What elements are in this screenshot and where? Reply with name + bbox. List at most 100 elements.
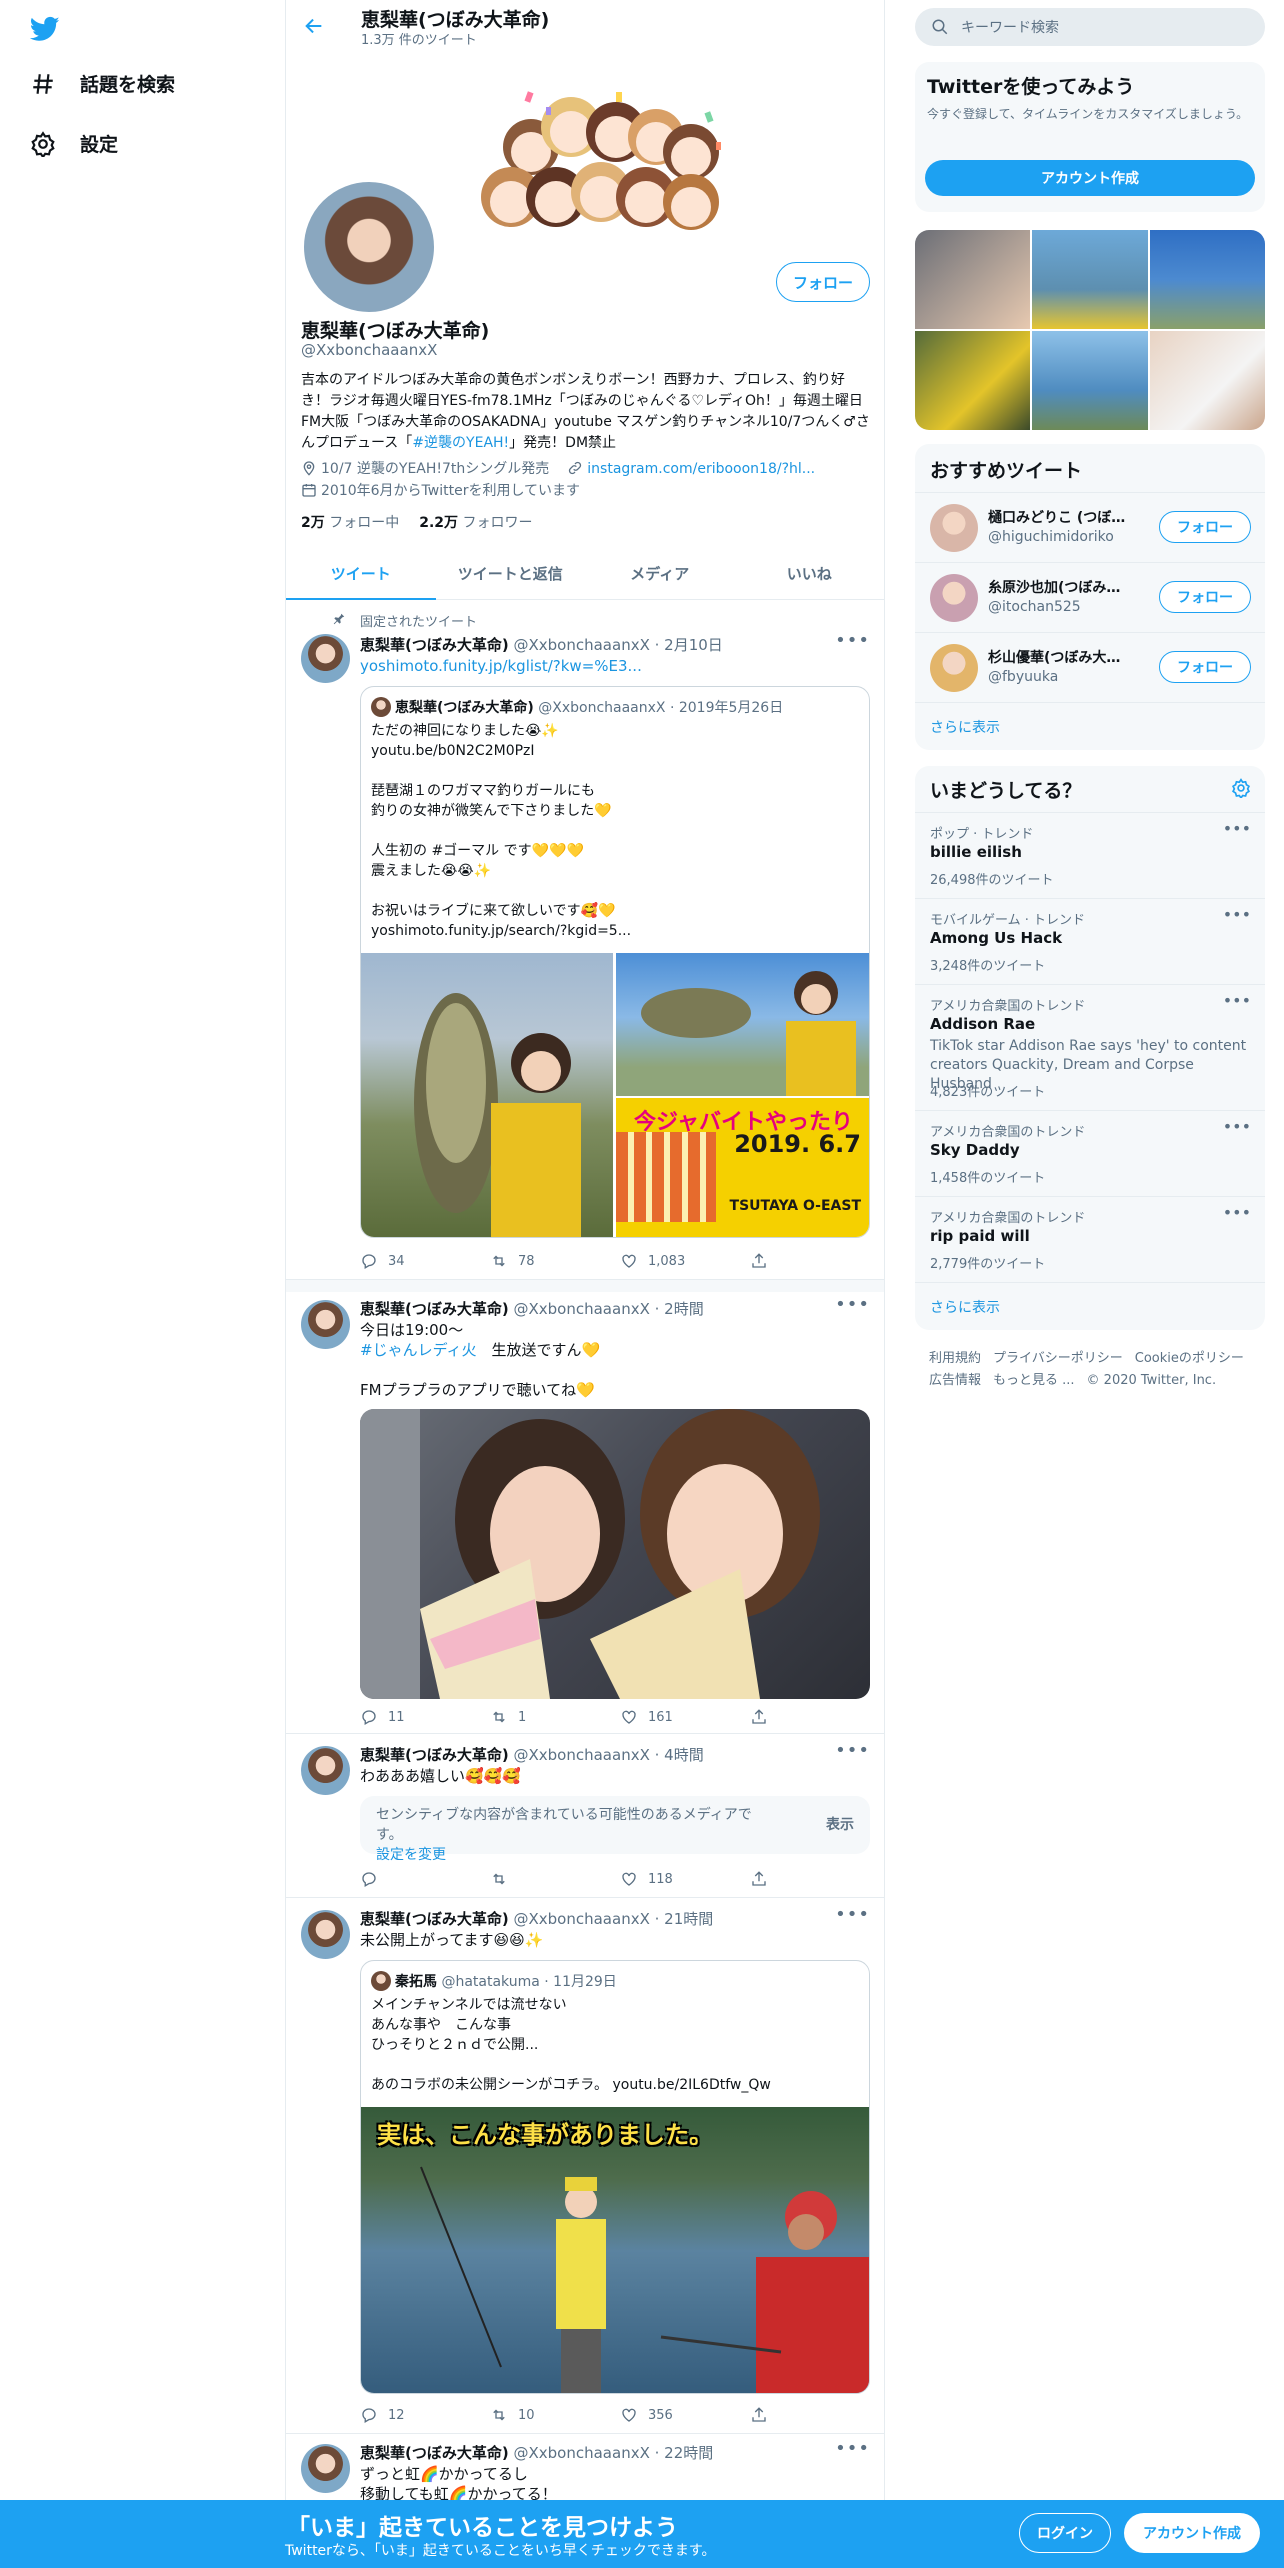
trend-item[interactable]: モバイルゲーム · トレンド Among Us Hack 3,248件のツイート… — [915, 898, 1265, 984]
recommended-user[interactable]: 樋口みどりこ (つぼみ… @higuchimidoriko フォロー — [915, 492, 1265, 562]
tab-media[interactable]: メディア — [585, 548, 735, 599]
tweet-hashtag[interactable]: #じゃんレディ火 — [360, 1341, 477, 1359]
retweet-button[interactable] — [490, 1870, 620, 1888]
create-account-button[interactable]: アカウント作成 — [925, 160, 1255, 196]
tweet-author-name[interactable]: 恵梨華(つぼみ大革命) — [360, 1746, 509, 1764]
search-box[interactable]: キーワード検索 — [915, 8, 1265, 46]
tweet[interactable]: 恵梨華(つぼみ大革命) @XxbonchaaanxX · 2時間 ••• 今日は… — [286, 1292, 884, 1734]
share-button[interactable] — [750, 1708, 780, 1726]
trend-item[interactable]: ポップ · トレンド billie eilish 26,498件のツイート ••… — [915, 812, 1265, 898]
reply-button[interactable]: 34 — [360, 1252, 490, 1270]
tweet-avatar[interactable] — [301, 1746, 350, 1795]
retweet-button[interactable]: 78 — [490, 1252, 620, 1270]
more-options-icon[interactable]: ••• — [1223, 819, 1251, 838]
more-options-icon[interactable]: ••• — [1223, 1203, 1251, 1222]
ads-link[interactable]: 広告情報 — [929, 1373, 981, 1388]
tweet-author-name[interactable]: 恵梨華(つぼみ大革命) — [360, 636, 509, 654]
more-options-icon[interactable]: ••• — [835, 1294, 870, 1315]
cookie-link[interactable]: Cookieのポリシー — [1135, 1351, 1244, 1366]
tweet-photo-fish-1[interactable] — [361, 953, 613, 1237]
more-link[interactable]: もっと見る ... — [993, 1373, 1075, 1388]
retweet-button[interactable]: 10 — [490, 2406, 620, 2424]
follow-button[interactable]: フォロー — [1159, 651, 1251, 683]
more-options-icon[interactable]: ••• — [1223, 991, 1251, 1010]
back-button[interactable] — [300, 12, 328, 40]
retweet-button[interactable]: 1 — [490, 1708, 620, 1726]
tweet-avatar[interactable] — [301, 1910, 350, 1959]
reply-button[interactable]: 12 — [360, 2406, 490, 2424]
gallery-photo[interactable] — [915, 230, 1031, 329]
gallery-photo[interactable] — [1032, 331, 1148, 430]
more-options-icon[interactable]: ••• — [835, 1904, 870, 1925]
show-more-link[interactable]: さらに表示 — [930, 717, 1000, 737]
recommended-user[interactable]: 杉山優華(つぼみ大革… @fbyuuka フォロー — [915, 632, 1265, 702]
tweet-author-name[interactable]: 恵梨華(つぼみ大革命) — [360, 2444, 509, 2462]
tweet-photo-poster[interactable]: 今ジャバイトやったり 2019. 6.7 TSUTAYA O-EAST — [616, 1098, 869, 1237]
like-button[interactable]: 161 — [620, 1708, 750, 1726]
nav-settings[interactable]: 設定 — [30, 130, 118, 157]
gallery-photo[interactable] — [1032, 230, 1148, 329]
tab-tweets[interactable]: ツイート — [286, 548, 436, 600]
tweet-link[interactable]: yoshimoto.funity.jp/kglist/?kw=%E3... — [360, 657, 642, 675]
avatar[interactable] — [930, 504, 978, 552]
tweet[interactable]: 恵梨華(つぼみ大革命) @XxbonchaaanxX · 4時間 ••• わああ… — [286, 1734, 884, 1898]
gallery-photo[interactable] — [1149, 230, 1265, 329]
profile-website[interactable]: instagram.com/eribooon18/?hl... — [567, 458, 815, 480]
tab-likes[interactable]: いいね — [735, 548, 885, 599]
reply-button[interactable]: 11 — [360, 1708, 490, 1726]
like-button[interactable]: 356 — [620, 2406, 750, 2424]
trend-item[interactable]: アメリカ合衆国のトレンド Addison Rae TikTok star Add… — [915, 984, 1265, 1110]
trend-item[interactable]: アメリカ合衆国のトレンド rip paid will 2,779件のツイート •… — [915, 1196, 1265, 1282]
reply-button[interactable] — [360, 1870, 490, 1888]
show-more-link[interactable]: さらに表示 — [930, 1297, 1000, 1317]
twitter-logo-icon[interactable] — [30, 14, 60, 44]
more-options-icon[interactable]: ••• — [835, 630, 870, 651]
nav-explore[interactable]: 話題を検索 — [30, 70, 175, 97]
quoted-tweet[interactable]: 恵梨華(つぼみ大革命) @XxbonchaaanxX · 2019年5月26日 … — [360, 686, 870, 1238]
tweet-pinned[interactable]: 固定されたツイート 恵梨華(つぼみ大革命) @XxbonchaaanxX · 2… — [286, 600, 884, 1280]
tweet-avatar[interactable] — [301, 634, 350, 683]
quoted-tweet[interactable]: 秦拓馬 @hatatakuma · 11月29日 メインチャンネルでは流せない … — [360, 1960, 870, 2394]
tweet-avatar[interactable] — [301, 1300, 350, 1349]
terms-link[interactable]: 利用規約 — [929, 1351, 981, 1366]
tweet-photo-selfie[interactable] — [360, 1409, 870, 1699]
tweet-photo-fish-2[interactable] — [616, 953, 869, 1096]
gallery-photo[interactable] — [1149, 331, 1265, 430]
more-options-icon[interactable]: ••• — [1223, 1117, 1251, 1136]
followers-stat[interactable]: 2.2万 フォロワー — [419, 512, 532, 532]
like-button[interactable]: 1,083 — [620, 1252, 750, 1270]
more-options-icon[interactable]: ••• — [835, 2438, 870, 2459]
avatar[interactable] — [930, 644, 978, 692]
tweet-author-name[interactable]: 恵梨華(つぼみ大革命) — [360, 1910, 509, 1928]
trend-item[interactable]: アメリカ合衆国のトレンド Sky Daddy 1,458件のツイート ••• — [915, 1110, 1265, 1196]
tweet[interactable]: 恵梨華(つぼみ大革命) @XxbonchaaanxX · 21時間 ••• 未公… — [286, 1898, 884, 2434]
privacy-link[interactable]: プライバシーポリシー — [993, 1351, 1123, 1366]
recommended-more-row[interactable]: さらに表示 — [915, 702, 1265, 750]
login-button[interactable]: ログイン — [1019, 2513, 1111, 2553]
like-button[interactable]: 118 — [620, 1870, 750, 1888]
share-button[interactable] — [750, 2406, 780, 2424]
signup-button[interactable]: アカウント作成 — [1124, 2513, 1260, 2553]
share-button[interactable] — [750, 1870, 780, 1888]
following-stat[interactable]: 2万 フォロー中 — [301, 512, 399, 532]
profile-avatar[interactable] — [300, 178, 438, 316]
website-link[interactable]: instagram.com/eribooon18/?hl... — [587, 461, 815, 477]
show-media-button[interactable]: 表示 — [826, 1814, 854, 1834]
trends-more-row[interactable]: さらに表示 — [915, 1282, 1265, 1330]
share-button[interactable] — [750, 1252, 780, 1270]
tweet-avatar[interactable] — [301, 2444, 350, 2493]
gallery-photo[interactable] — [915, 331, 1031, 430]
more-options-icon[interactable]: ••• — [1223, 905, 1251, 924]
follow-button[interactable]: フォロー — [776, 262, 870, 302]
tweet[interactable]: 恵梨華(つぼみ大革命) @XxbonchaaanxX · 22時間 ••• ずっ… — [286, 2434, 884, 2503]
recommended-user[interactable]: 糸原沙也加(つぼみ大… @itochan525 フォロー — [915, 562, 1265, 632]
bio-hashtag-link[interactable]: #逆襲のYEAH! — [412, 435, 509, 451]
change-settings-link[interactable]: 設定を変更 — [376, 1847, 446, 1863]
tweet-author-name[interactable]: 恵梨華(つぼみ大革命) — [360, 1300, 509, 1318]
tab-tweets-replies[interactable]: ツイートと返信 — [436, 548, 586, 599]
video-thumbnail[interactable]: 実は、こんな事がありました。 — [361, 2107, 869, 2393]
follow-button[interactable]: フォロー — [1159, 511, 1251, 543]
avatar[interactable] — [930, 574, 978, 622]
more-options-icon[interactable]: ••• — [835, 1740, 870, 1761]
settings-gear-icon[interactable] — [1231, 778, 1251, 798]
